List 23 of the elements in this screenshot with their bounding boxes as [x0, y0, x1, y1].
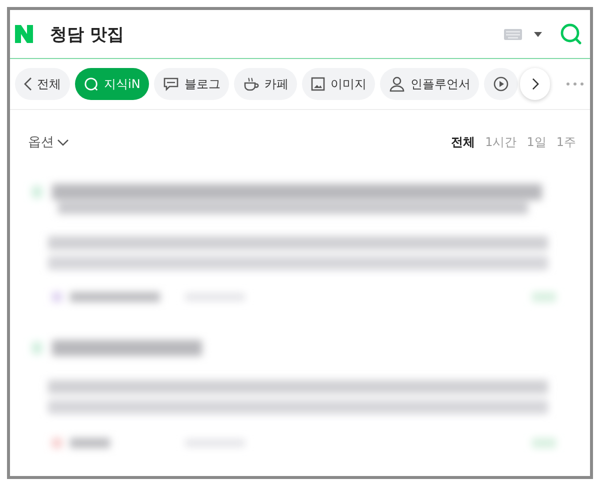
caret-icon[interactable] [534, 32, 542, 36]
category-tab[interactable]: 전체 [15, 68, 70, 100]
chat-bubble-icon [163, 77, 180, 91]
play-icon [493, 76, 510, 92]
chevron-right-icon [532, 78, 539, 90]
person-icon [389, 76, 406, 92]
options-dropdown[interactable]: 옵션 [28, 133, 69, 151]
category-tab[interactable]: 이미지 [302, 68, 376, 100]
logo-icon [14, 24, 34, 44]
cup-icon [243, 76, 260, 92]
search-icon[interactable] [560, 23, 582, 45]
search-query[interactable]: 청담 맛집 [50, 22, 504, 46]
category-tab[interactable]: 인플루언서 [380, 68, 480, 100]
search-icon [84, 76, 99, 92]
category-tab[interactable] [484, 68, 518, 100]
image-icon [311, 77, 326, 91]
keyboard-icon[interactable] [504, 28, 522, 40]
time-filter[interactable]: 전체 [451, 134, 476, 150]
category-tab[interactable]: 카페 [234, 68, 298, 100]
chevron-down-icon [57, 138, 69, 146]
chevron-left-icon [24, 77, 32, 91]
more-icon[interactable] [566, 82, 584, 86]
category-tab[interactable]: 블로그 [154, 68, 230, 100]
